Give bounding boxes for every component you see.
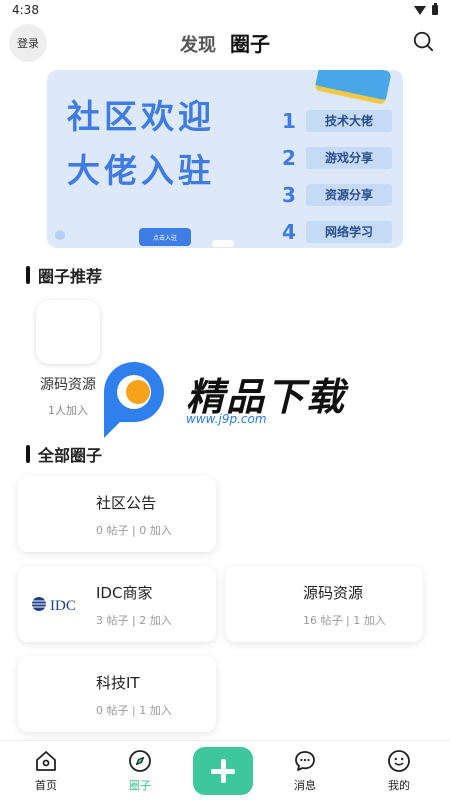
tab-discover[interactable]: 发现 bbox=[180, 31, 216, 57]
section-all-title: 全部圈子 bbox=[26, 442, 102, 466]
book-illustration bbox=[314, 70, 392, 106]
circle-card[interactable]: IDC IDC商家 3 帖子 | 2 加入 bbox=[18, 566, 216, 642]
nav-messages[interactable]: 消息 bbox=[275, 749, 335, 793]
circle-card[interactable]: 源码资源 16 帖子 | 1 加入 bbox=[225, 566, 423, 642]
compass-icon bbox=[129, 750, 151, 772]
header-tabs: 发现 圈子 bbox=[0, 28, 450, 57]
section-recommended-title: 圈子推荐 bbox=[26, 263, 102, 287]
status-bar: 4:38 bbox=[0, 0, 450, 20]
battery-icon bbox=[432, 3, 438, 15]
watermark-p-icon bbox=[104, 362, 164, 438]
add-post-button[interactable] bbox=[193, 747, 253, 795]
promo-banner[interactable]: 社区欢迎 大佬入驻 点击入驻 1 技术大佬 2 游戏分享 3 资源分享 4 网络… bbox=[47, 70, 403, 248]
section-marker bbox=[26, 445, 30, 463]
circle-card-name: IDC商家 bbox=[96, 584, 153, 602]
banner-cta-button[interactable]: 点击入驻 bbox=[139, 228, 191, 246]
banner-feature-number: 4 bbox=[282, 219, 296, 244]
circle-card-stats: 0 帖子 | 1 加入 bbox=[96, 704, 172, 717]
search-icon[interactable] bbox=[412, 30, 434, 52]
banner-headline-2: 大佬入驻 bbox=[67, 151, 215, 190]
banner-feature: 2 游戏分享 bbox=[282, 139, 392, 176]
idc-logo: IDC bbox=[31, 597, 76, 612]
decor-dot bbox=[55, 230, 65, 240]
section-title-text: 全部圈子 bbox=[38, 446, 103, 465]
status-icons bbox=[414, 3, 438, 15]
status-time: 4:38 bbox=[12, 3, 39, 17]
watermark-logo: 精品下载 www.j9p.com bbox=[98, 358, 358, 440]
banner-feature: 4 网络学习 bbox=[282, 213, 392, 248]
bottom-nav: 首页 圈子 消息 我的 bbox=[0, 740, 450, 800]
banner-feature-label: 网络学习 bbox=[306, 220, 392, 243]
nav-profile[interactable]: 我的 bbox=[369, 749, 429, 793]
nav-messages-label: 消息 bbox=[294, 779, 316, 792]
banner-feature: 3 资源分享 bbox=[282, 176, 392, 213]
svg-text:IDC: IDC bbox=[50, 598, 76, 612]
nav-profile-label: 我的 bbox=[388, 779, 410, 792]
banner-feature-number: 3 bbox=[282, 182, 296, 207]
nav-circles-label: 圈子 bbox=[129, 779, 151, 792]
section-marker bbox=[26, 266, 30, 284]
top-bar: 登录 发现 圈子 bbox=[0, 20, 450, 66]
circle-card-name: 科技IT bbox=[96, 674, 140, 692]
banner-headline-1: 社区欢迎 bbox=[67, 97, 215, 136]
banner-feature-label: 技术大佬 bbox=[306, 109, 392, 132]
nav-home[interactable]: 首页 bbox=[16, 749, 76, 793]
recommended-circle[interactable]: 源码资源 1人加入 bbox=[33, 300, 103, 418]
tab-circles[interactable]: 圈子 bbox=[230, 28, 270, 57]
circle-card[interactable]: 科技IT 0 帖子 | 1 加入 bbox=[18, 656, 216, 732]
circle-thumbnail bbox=[36, 300, 100, 364]
wifi-icon bbox=[414, 5, 426, 15]
chat-icon bbox=[295, 751, 315, 771]
circle-card-stats: 3 帖子 | 2 加入 bbox=[96, 614, 172, 627]
home-icon bbox=[36, 751, 56, 771]
section-title-text: 圈子推荐 bbox=[38, 267, 103, 286]
banner-feature-number: 2 bbox=[282, 145, 296, 170]
banner-feature-label: 游戏分享 bbox=[306, 146, 392, 169]
face-icon bbox=[388, 750, 410, 772]
circle-card-stats: 16 帖子 | 1 加入 bbox=[303, 614, 386, 627]
circle-card-name: 源码资源 bbox=[303, 584, 364, 602]
banner-feature: 1 技术大佬 bbox=[282, 102, 392, 139]
banner-feature-number: 1 bbox=[282, 108, 296, 133]
circle-card-name: 社区公告 bbox=[96, 494, 157, 512]
circle-card[interactable]: 社区公告 0 帖子 | 0 加入 bbox=[18, 476, 216, 552]
nav-home-label: 首页 bbox=[35, 779, 57, 792]
circle-card-stats: 0 帖子 | 0 加入 bbox=[96, 524, 172, 537]
circle-join-count: 1人加入 bbox=[48, 404, 88, 417]
banner-feature-label: 资源分享 bbox=[306, 183, 392, 206]
nav-circles[interactable]: 圈子 bbox=[110, 749, 170, 793]
decor-dot bbox=[212, 240, 234, 247]
circle-name: 源码资源 bbox=[40, 377, 96, 393]
watermark-url: www.j9p.com bbox=[186, 412, 267, 426]
banner-feature-list: 1 技术大佬 2 游戏分享 3 资源分享 4 网络学习 bbox=[282, 102, 392, 248]
